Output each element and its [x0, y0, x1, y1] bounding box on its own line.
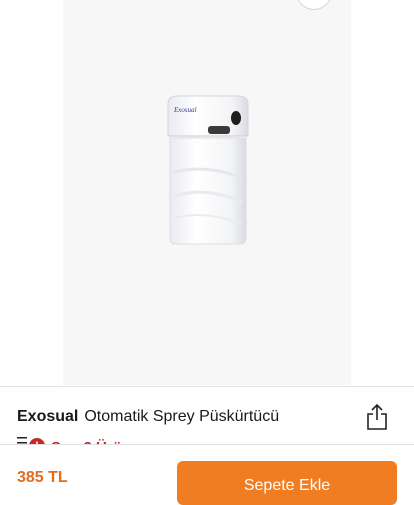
divider [0, 386, 414, 387]
product-image: Exosual [167, 95, 249, 245]
product-brand[interactable]: Exosual [17, 408, 78, 425]
product-title: Exosual Otomatik Sprey Püskürtücü [17, 408, 279, 426]
product-name: Otomatik Sprey Püskürtücü [84, 408, 280, 425]
purchase-bar: 385 TL Sepete Ekle [0, 444, 414, 505]
add-to-cart-button[interactable]: Sepete Ekle [177, 461, 397, 505]
share-icon[interactable] [364, 403, 390, 431]
product-gallery[interactable]: Exosual [0, 0, 414, 385]
price: 385 TL [17, 469, 68, 486]
product-image-logo: Exosual [173, 106, 197, 114]
